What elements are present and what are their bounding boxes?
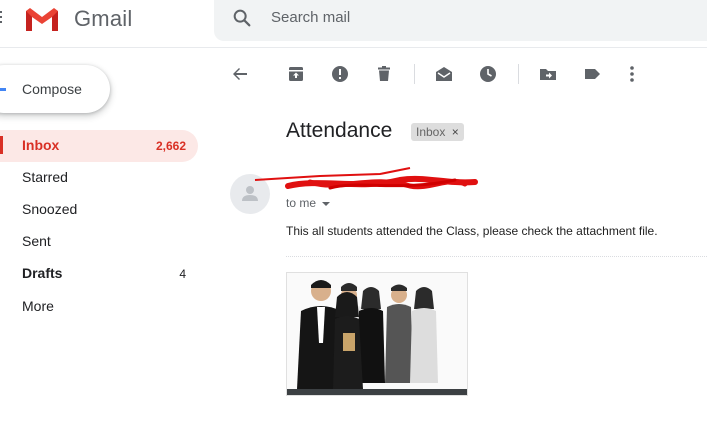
- snooze-icon[interactable]: [478, 64, 498, 84]
- compose-label: Compose: [22, 81, 82, 97]
- email-body: This all students attended the Class, pl…: [286, 224, 658, 238]
- sidebar-item-label: Inbox: [22, 137, 60, 153]
- sidebar-item-label: Starred: [22, 169, 68, 185]
- more-icon[interactable]: [622, 64, 642, 84]
- inbox-indicator-icon: [0, 136, 3, 154]
- recipient-details[interactable]: to me: [286, 196, 331, 210]
- compose-plus-icon: [0, 88, 6, 91]
- label-chip[interactable]: Inbox ×: [411, 123, 464, 141]
- label-chip-text: Inbox: [416, 125, 446, 139]
- drafts-count: 4: [179, 267, 186, 281]
- archive-icon[interactable]: [286, 64, 306, 84]
- toolbar-divider: [414, 64, 415, 84]
- remove-label-icon[interactable]: ×: [452, 125, 459, 139]
- delete-icon[interactable]: [374, 64, 394, 84]
- label-icon[interactable]: [582, 64, 602, 84]
- sidebar-item-label: Snoozed: [22, 201, 78, 217]
- redaction-scribble-icon: [254, 167, 478, 190]
- sidebar-item-label: Drafts: [22, 265, 63, 281]
- mark-unread-icon[interactable]: [434, 64, 454, 84]
- attachment-thumbnail[interactable]: [286, 272, 468, 396]
- move-to-icon[interactable]: [538, 64, 558, 84]
- email-subject: Attendance: [286, 119, 393, 142]
- main-menu-icon[interactable]: [0, 11, 6, 27]
- people-photo-icon: [287, 273, 467, 395]
- search-input[interactable]: Search mail: [271, 9, 350, 26]
- details-dropdown-icon[interactable]: [322, 201, 331, 206]
- toolbar-divider: [518, 64, 519, 84]
- sidebar-item-label: More: [22, 298, 54, 314]
- search-icon[interactable]: [231, 7, 253, 29]
- inbox-count: 2,662: [155, 139, 186, 153]
- gmail-logo-icon[interactable]: [24, 5, 60, 33]
- sidebar-item-label: Sent: [22, 233, 51, 249]
- back-icon[interactable]: [230, 64, 250, 84]
- report-spam-icon[interactable]: [330, 64, 350, 84]
- recipient-text: to me: [286, 196, 317, 210]
- attachment-divider: [286, 256, 707, 257]
- app-name: Gmail: [74, 6, 133, 31]
